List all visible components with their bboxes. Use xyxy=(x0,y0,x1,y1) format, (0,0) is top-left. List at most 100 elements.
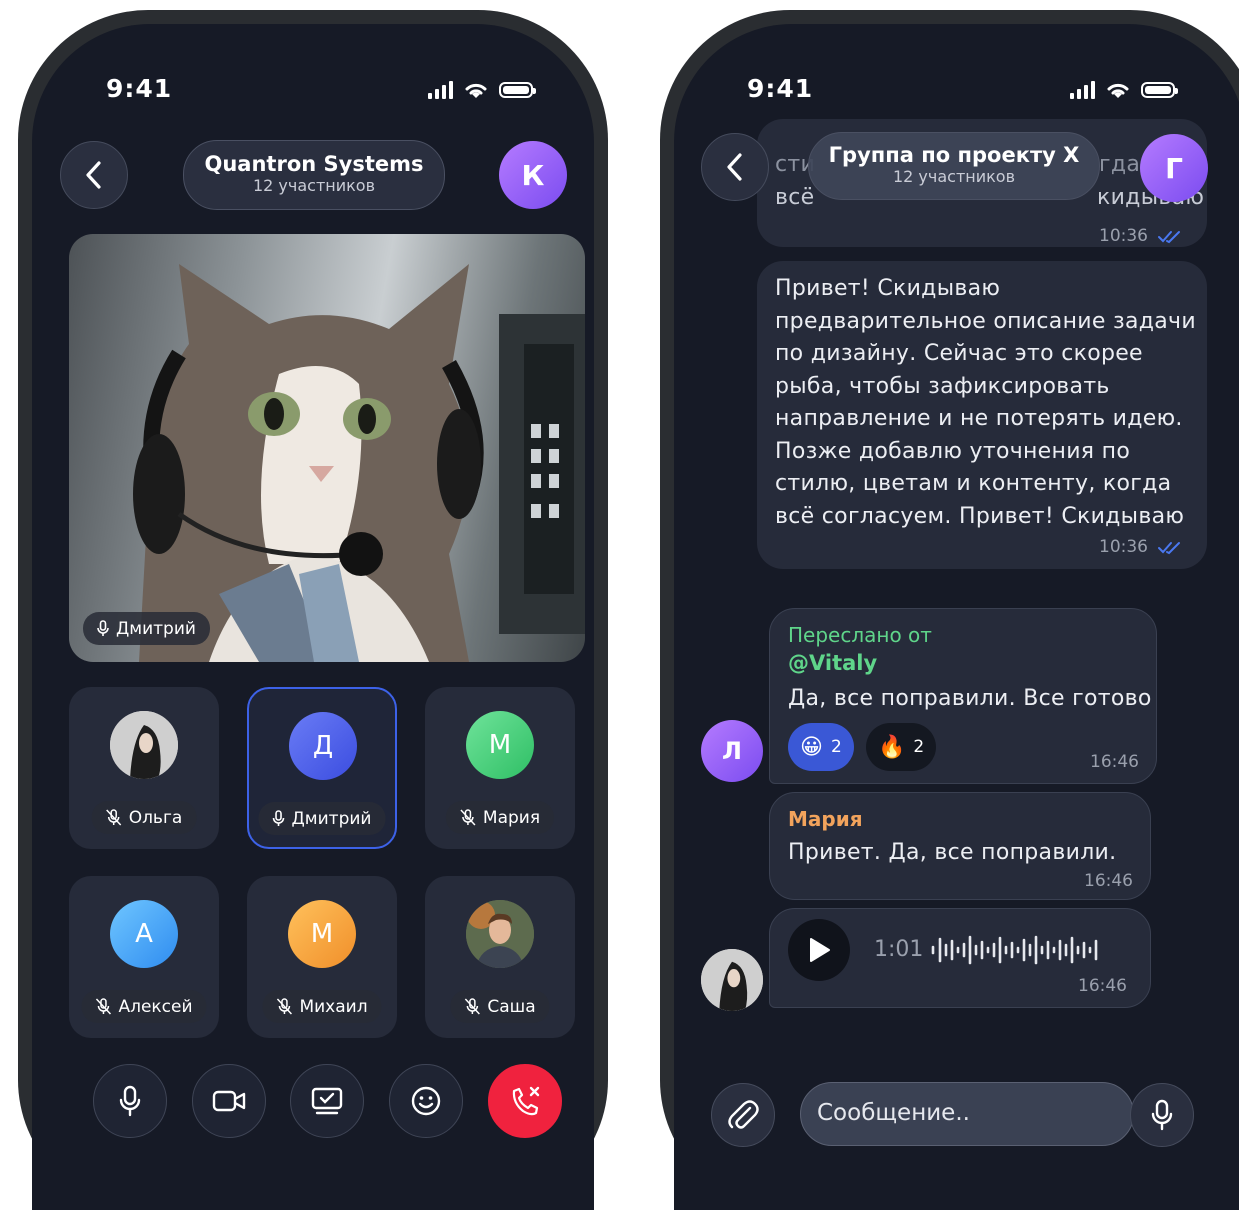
avatar: А xyxy=(110,900,178,968)
status-time: 9:41 xyxy=(747,74,814,103)
avatar: Д xyxy=(289,712,357,780)
video-cat-image xyxy=(133,264,585,662)
person-photo-icon xyxy=(110,711,178,779)
microphone-icon xyxy=(272,810,285,826)
forwarded-message-bubble[interactable]: Переслано от @Vitaly Да, все поправили. … xyxy=(769,608,1157,784)
forwarded-text: Да, все поправили. Все готово xyxy=(788,686,1152,711)
main-video: Дмитрий xyxy=(69,234,585,662)
voice-message-bubble[interactable]: 1:01 16:46 xyxy=(769,908,1151,1008)
message-input[interactable] xyxy=(815,1099,1109,1127)
emoji-icon xyxy=(411,1086,441,1116)
message-author: Мария xyxy=(788,807,863,831)
play-icon xyxy=(810,938,830,962)
participant-name: Ольга xyxy=(128,807,183,828)
sender-avatar[interactable] xyxy=(701,949,763,1011)
message-time: 10:36 xyxy=(1099,537,1148,557)
speaker-name: Дмитрий xyxy=(116,618,196,639)
speaker-name-chip: Дмитрий xyxy=(83,612,210,645)
wifi-icon xyxy=(1107,83,1129,98)
end-call-button[interactable] xyxy=(488,1064,562,1138)
participant-tile[interactable]: М Михаил xyxy=(247,876,397,1038)
person-photo-icon xyxy=(466,900,534,968)
mic-off-icon xyxy=(464,998,480,1015)
message-time: 16:46 xyxy=(1090,752,1139,772)
participant-name: Мария xyxy=(482,807,541,828)
participant-tile[interactable]: М Мария xyxy=(425,687,575,849)
wifi-icon xyxy=(465,83,487,98)
camera-button[interactable] xyxy=(192,1064,266,1138)
reaction-count: 2 xyxy=(913,737,925,757)
participant-chip: Ольга xyxy=(91,801,197,834)
back-button[interactable] xyxy=(701,133,769,201)
mic-off-icon xyxy=(106,809,122,826)
participant-chip: Саша xyxy=(450,990,550,1023)
participant-tile[interactable]: А Алексей xyxy=(69,876,219,1038)
status-icons xyxy=(428,80,536,100)
camera-icon xyxy=(212,1090,246,1112)
participant-chip: Михаил xyxy=(262,990,382,1023)
avatar xyxy=(110,711,178,779)
message-line: Позже добавлю уточнения по xyxy=(775,438,1131,464)
mic-off-icon xyxy=(95,998,112,1015)
chat-title-pill[interactable]: Группа по проекту X 12 участников xyxy=(808,132,1100,200)
message-line: стилю, цветам и контенту, когда xyxy=(775,471,1172,496)
call-screen: 9:41 Quantron Systems 12 участников К Дм… xyxy=(32,24,594,1210)
avatar: М xyxy=(288,900,356,968)
message-time: 16:46 xyxy=(1084,871,1133,891)
waveform-icon xyxy=(931,935,1098,965)
message-body: Привет! Скидываю предварительное описани… xyxy=(775,273,1196,533)
message-text: Привет. Да, все поправили. xyxy=(788,840,1117,865)
chat-title: Группа по проекту X xyxy=(828,143,1080,167)
attach-button[interactable] xyxy=(711,1083,775,1147)
participant-name: Саша xyxy=(487,996,536,1017)
chat-phone-frame: 9:41 сти всё гда кидываю 10:36 Группа по… xyxy=(660,10,1239,1210)
emoji-button[interactable] xyxy=(389,1064,463,1138)
message-line: по дизайну. Сейчас это скорее xyxy=(775,341,1143,366)
voice-record-button[interactable] xyxy=(1130,1083,1194,1147)
message-input-field[interactable] xyxy=(800,1082,1134,1146)
participant-chip: Мария xyxy=(445,801,555,834)
participant-tile-active[interactable]: Д Дмитрий xyxy=(247,687,397,849)
read-ticks-icon xyxy=(1158,231,1180,244)
back-button[interactable] xyxy=(60,141,128,209)
participant-tile[interactable]: Ольга xyxy=(69,687,219,849)
person-photo-icon xyxy=(701,949,763,1011)
play-button[interactable] xyxy=(788,919,850,981)
paperclip-icon xyxy=(728,1100,759,1129)
forwarded-from[interactable]: @Vitaly xyxy=(788,651,877,675)
participant-chip: Алексей xyxy=(81,990,207,1023)
status-icons xyxy=(1070,80,1178,100)
participant-tile[interactable]: Саша xyxy=(425,876,575,1038)
mic-off-icon xyxy=(276,998,292,1015)
message-bubble[interactable]: Привет! Скидываю предварительное описани… xyxy=(757,261,1207,569)
microphone-icon xyxy=(97,620,109,636)
message-line: рыба, чтобы зафиксировать xyxy=(775,373,1110,399)
chevron-left-icon xyxy=(86,161,101,189)
group-avatar[interactable]: Г xyxy=(1140,134,1208,202)
call-phone-frame: 9:41 Quantron Systems 12 участников К Дм… xyxy=(18,10,608,1210)
forwarded-label: Переслано от xyxy=(788,623,932,647)
participant-name: Алексей xyxy=(118,996,193,1017)
reaction-chip[interactable]: 😀 2 xyxy=(788,723,854,771)
chat-screen: 9:41 сти всё гда кидываю 10:36 Группа по… xyxy=(674,24,1239,1210)
screen-share-button[interactable] xyxy=(290,1064,364,1138)
message-bubble[interactable]: Мария Привет. Да, все поправили. 16:46 xyxy=(769,792,1151,900)
signal-icon xyxy=(428,81,453,99)
reaction-chip[interactable]: 🔥 2 xyxy=(866,723,937,771)
chat-subtitle: 12 участников xyxy=(892,167,1016,186)
message-line: предварительное описание задачи xyxy=(775,308,1196,334)
battery-icon xyxy=(499,82,536,98)
sender-avatar[interactable]: Л xyxy=(701,720,763,782)
read-ticks-icon xyxy=(1158,542,1180,555)
microphone-icon xyxy=(119,1085,141,1117)
avatar xyxy=(466,900,534,968)
message-line: направление и не потерять идею. xyxy=(775,406,1183,431)
call-title-pill[interactable]: Quantron Systems 12 участников xyxy=(183,140,445,210)
status-time: 9:41 xyxy=(106,74,173,103)
microphone-button[interactable] xyxy=(93,1064,167,1138)
call-subtitle: 12 участников xyxy=(252,176,376,195)
reaction-emoji: 😀 xyxy=(800,734,823,760)
message-line: Привет! Скидываю xyxy=(775,276,1001,301)
group-avatar[interactable]: К xyxy=(499,141,567,209)
participant-name: Дмитрий xyxy=(291,808,372,829)
